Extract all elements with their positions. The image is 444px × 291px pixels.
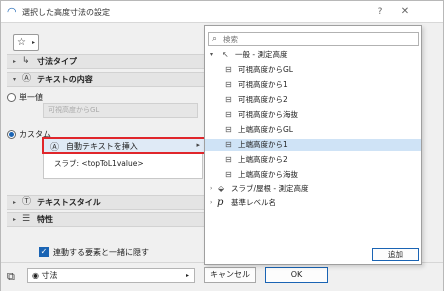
list-item[interactable]: ⊟ 上端高度から2 [205,154,421,166]
collapse-arrow-icon: ▾ [13,76,17,83]
single-value-field: 可視高度からGL [43,103,198,118]
chevron-right-icon: ▸ [185,272,189,279]
dimension-text-icon: ⊟ [225,170,232,179]
dimension-text-icon: ⊟ [225,80,232,89]
dimension-text-icon: ⊟ [225,155,232,164]
list-item[interactable]: ⊟ 可視高度からGL [205,64,421,76]
dimension-type-icon: ↳ [22,56,30,66]
help-button[interactable]: ? [373,5,387,19]
section-label: テキストスタイル [37,198,101,207]
chevron-right-icon: ▸ [196,141,200,149]
custom-text-content: スラブ: <topToL1value> [54,159,144,168]
list-item[interactable]: ⊟ 上端高度から海抜 [205,169,421,181]
chevron-right-icon: › [210,185,213,192]
eye-icon: ◉ [32,271,39,280]
layer-icon: ⧉ [7,270,15,283]
hide-with-element-label: 連動する要素と一緒に隠す [53,248,149,257]
dimension-text-icon: ⊟ [225,110,232,119]
window-title: 選択した高度寸法の設定 [22,8,110,17]
search-box[interactable]: ⌕ [208,32,419,46]
expand-arrow-icon: ▸ [13,199,17,206]
section-text-content[interactable]: ▾ Ⓐ テキストの内容 [7,72,204,87]
cancel-button[interactable]: キャンセル [204,267,256,283]
list-item[interactable]: ⊟ 可視高度から1 [205,79,421,91]
section-label: テキストの内容 [37,75,93,84]
auto-text-icon: Ⓐ [50,143,60,153]
list-item[interactable]: ⊟ 可視高度から海抜 [205,109,421,121]
insert-auto-text-button[interactable]: Ⓐ 自動テキストを挿入 ▸ [42,137,207,154]
dimension-text-icon: ⊟ [225,95,232,104]
list-item[interactable]: ⊟ 可視高度から2 [205,94,421,106]
dimension-app-icon: ◠ [7,5,17,18]
layer-select[interactable]: ◉ 寸法 ▸ [27,268,195,283]
dialog-footer: ⧉ ◉ 寸法 ▸ キャンセル OK [1,262,443,291]
ok-button[interactable]: OK [265,267,328,283]
expand-arrow-icon: ▸ [13,216,17,223]
dimension-text-icon: ⊟ [225,140,232,149]
list-item[interactable]: ⊟ 上端高度からGL [205,124,421,136]
expand-arrow-icon: ▸ [13,58,17,65]
single-value-radio[interactable] [7,93,16,102]
hide-with-element-checkbox[interactable]: ✓ [39,247,49,257]
add-button[interactable]: 追加 [372,248,419,261]
chevron-right-icon: › [210,199,213,206]
section-label: 寸法タイプ [37,57,77,66]
text-style-icon: Ⓣ [22,197,32,207]
group-general-measured-height[interactable]: ▾ ↖ 一般 - 測定高度 [205,49,421,61]
group-slab-roof[interactable]: › ⬙ スラブ/屋根 - 測定高度 [205,183,421,195]
settings-panel: ☆ ▸ ▸ ↳ 寸法タイプ ▾ Ⓐ テキストの内容 単一値 可視高度からGL カ… [1,24,207,291]
auto-text-popup: ⌕ ▾ ↖ 一般 - 測定高度 ⊟ 可視高度からGL ⊟ 可視高度から1 ⊟ 可… [204,25,422,265]
favorites-button[interactable]: ☆ ▸ [13,34,39,51]
text-content-icon: Ⓐ [22,74,32,84]
custom-radio[interactable] [7,130,16,139]
search-input[interactable] [223,34,413,44]
cursor-icon: ↖ [222,50,229,59]
slab-icon: ⬙ [218,184,225,193]
chevron-down-icon: ▾ [210,51,214,58]
insert-auto-text-label: 自動テキストを挿入 [66,142,138,151]
chevron-right-icon: ▸ [31,39,35,46]
close-button[interactable]: ✕ [398,5,412,19]
star-icon: ☆ [17,37,26,48]
single-value-label: 単一値 [19,93,43,102]
section-dimension-type[interactable]: ▸ ↳ 寸法タイプ [7,54,204,69]
reference-level-icon: p [217,197,224,208]
dimension-settings-dialog: ◠ 選択した高度寸法の設定 ? ✕ ☆ ▸ ▸ ↳ 寸法タイプ ▾ Ⓐ テキスト… [0,0,444,291]
list-item-selected[interactable]: ⊟ 上端高度から1 [205,139,421,151]
section-label: 特性 [37,215,53,224]
section-properties[interactable]: ▸ ☰ 特性 [7,212,204,227]
title-bar: ◠ 選択した高度寸法の設定 ? ✕ [1,1,443,23]
dimension-text-icon: ⊟ [225,125,232,134]
dimension-text-icon: ⊟ [225,65,232,74]
group-reference-level[interactable]: › p 基準レベル名 [205,197,421,209]
section-text-style[interactable]: ▸ Ⓣ テキストスタイル [7,195,204,210]
properties-icon: ☰ [22,214,31,224]
layer-name: 寸法 [41,271,58,280]
search-icon: ⌕ [212,34,218,44]
